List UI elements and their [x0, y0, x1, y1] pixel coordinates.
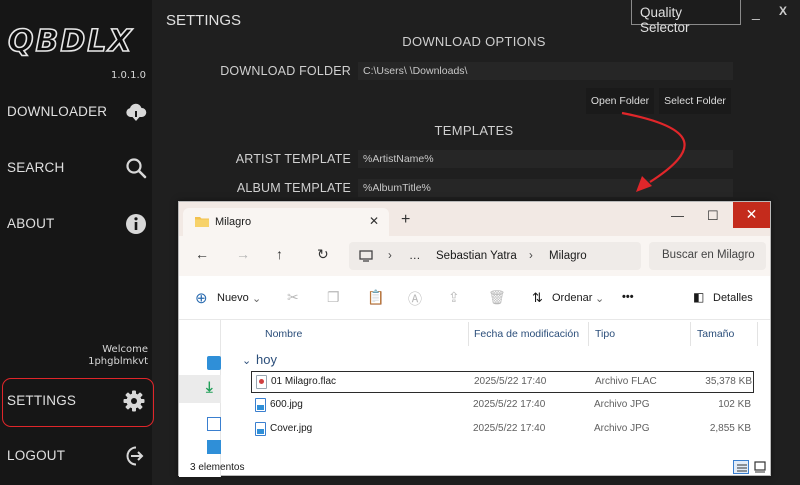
breadcrumb-separator-icon: ›	[529, 250, 533, 262]
file-row[interactable]: 01 Milagro.flac 2025/5/22 17:40 Archivo …	[251, 371, 754, 393]
column-header-name[interactable]: Nombre	[265, 328, 302, 340]
column-header-size[interactable]: Tamaño	[697, 328, 734, 340]
tab-close-icon[interactable]: ✕	[369, 214, 379, 228]
file-size: 2,855 KB	[709, 423, 751, 434]
search-input[interactable]: Buscar en Milagro	[649, 242, 766, 270]
large-icons-view-icon[interactable]	[752, 460, 768, 474]
explorer-titlebar: Milagro ✕ + — ☐ ✕	[179, 202, 770, 236]
share-icon[interactable]: ⇪	[448, 289, 460, 306]
chevron-down-icon[interactable]: ⌄	[242, 354, 251, 367]
cut-icon[interactable]: ✂	[287, 289, 299, 306]
column-separator	[588, 322, 589, 346]
column-separator	[757, 322, 758, 346]
qbdlx-app: QBDLX 1.0.1.0 DOWNLOADER SEARCH ABOUT We…	[0, 0, 800, 485]
minimize-window-button[interactable]: —	[671, 208, 684, 223]
folder-icon	[195, 217, 209, 227]
address-bar[interactable]: › … Sebastian Yatra › Milagro	[349, 242, 641, 270]
address-bar-row: ← → ↑ ↻ › … Sebastian Yatra › Milagro Bu…	[179, 236, 770, 276]
file-row[interactable]: 600.jpg 2025/5/22 17:40 Archivo JPG 102 …	[251, 395, 754, 417]
up-arrow-icon[interactable]: ↑	[276, 246, 283, 262]
chevron-down-icon: ⌄	[595, 293, 605, 305]
new-plus-icon: ⊕	[195, 290, 208, 307]
refresh-icon[interactable]: ↻	[317, 246, 329, 263]
breadcrumb-overflow[interactable]: …	[409, 250, 421, 262]
file-name: 01 Milagro.flac	[271, 376, 337, 387]
file-size: 102 KB	[718, 399, 751, 410]
sort-button[interactable]: Ordenar	[552, 292, 592, 304]
sort-icon: ⇅	[532, 290, 543, 305]
new-tab-button[interactable]: +	[401, 211, 410, 229]
back-arrow-icon[interactable]: ←	[195, 246, 209, 262]
tab-title: Milagro	[215, 216, 252, 228]
file-modified: 2025/5/22 17:40	[474, 376, 547, 387]
rename-icon[interactable]: Ⓐ	[408, 289, 422, 309]
breadcrumb-item-sebastian-yatra[interactable]: Sebastian Yatra	[436, 250, 517, 262]
nav-selected	[179, 375, 221, 403]
copy-icon[interactable]: ❐	[327, 289, 340, 306]
downloads-icon[interactable]: ⤓	[206, 379, 213, 396]
status-bar-count: 3 elementos	[190, 462, 245, 473]
details-button[interactable]: Detalles	[713, 292, 753, 304]
more-options-button[interactable]: •••	[622, 291, 634, 303]
file-explorer-window: Milagro ✕ + — ☐ ✕ ← → ↑ ↻ › … Sebastian …	[178, 201, 771, 477]
column-header-modified[interactable]: Fecha de modificación	[474, 328, 579, 340]
breadcrumb-item-milagro[interactable]: Milagro	[549, 250, 587, 262]
navigation-pane: ⤓	[179, 320, 221, 477]
file-modified: 2025/5/22 17:40	[473, 399, 546, 410]
tab-milagro[interactable]: Milagro ✕	[183, 208, 389, 236]
file-type: Archivo JPG	[594, 423, 650, 434]
file-modified: 2025/5/22 17:40	[473, 423, 546, 434]
group-header-today[interactable]: hoy	[256, 352, 277, 367]
column-separator	[690, 322, 691, 346]
breadcrumb-separator-icon: ›	[388, 250, 392, 262]
file-type: Archivo FLAC	[595, 376, 657, 387]
details-pane-icon: ◧	[693, 290, 705, 304]
image-file-icon	[255, 398, 266, 412]
command-bar: ⊕ Nuevo ⌄ ✂ ❐ 📋 Ⓐ ⇪ 🗑 ⇅ Ordenar ⌄ ••• ◧ …	[179, 276, 770, 320]
file-type: Archivo JPG	[594, 399, 650, 410]
file-name: 600.jpg	[270, 399, 303, 410]
column-header-type[interactable]: Tipo	[595, 328, 615, 340]
forward-arrow-icon[interactable]: →	[236, 246, 250, 262]
pictures-icon[interactable]	[207, 440, 221, 454]
audio-file-icon	[256, 375, 267, 389]
paste-icon[interactable]: 📋	[367, 289, 384, 306]
file-row[interactable]: Cover.jpg 2025/5/22 17:40 Archivo JPG 2,…	[251, 419, 754, 441]
delete-icon[interactable]: 🗑	[488, 289, 506, 306]
new-button[interactable]: Nuevo	[217, 292, 249, 304]
documents-icon[interactable]	[207, 417, 221, 431]
file-name: Cover.jpg	[270, 423, 313, 434]
close-window-button[interactable]: ✕	[733, 202, 770, 228]
image-file-icon	[255, 422, 266, 436]
chevron-down-icon: ⌄	[252, 293, 262, 305]
computer-icon	[359, 250, 373, 262]
column-separator	[468, 322, 469, 346]
details-view-icon[interactable]	[733, 460, 749, 474]
file-size: 35,378 KB	[705, 376, 752, 387]
maximize-window-button[interactable]: ☐	[707, 208, 719, 224]
desktop-icon[interactable]	[207, 356, 221, 370]
